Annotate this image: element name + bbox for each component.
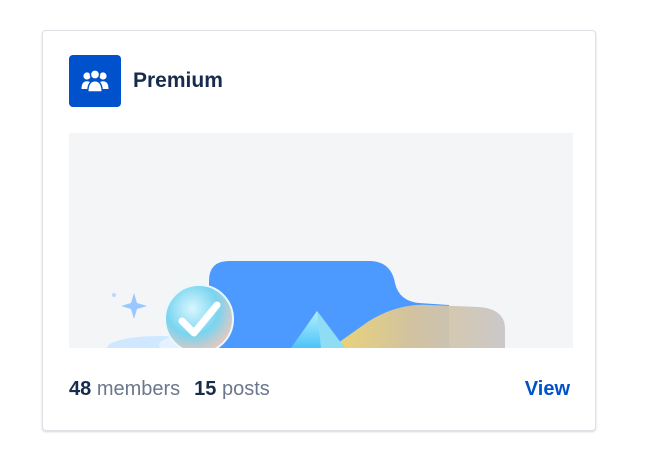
posts-label: posts — [221, 378, 270, 400]
group-banner-illustration — [69, 133, 573, 348]
group-stats: 48 members 15 posts — [69, 377, 270, 401]
people-group-icon — [69, 55, 121, 107]
members-label: members — [96, 378, 181, 400]
premium-group-card: Premium 48 members 15 posts View — [42, 30, 596, 431]
group-title: Premium — [133, 69, 223, 92]
members-count: 48 — [69, 378, 92, 400]
view-link[interactable]: View — [525, 377, 570, 401]
posts-count: 15 — [194, 378, 217, 400]
